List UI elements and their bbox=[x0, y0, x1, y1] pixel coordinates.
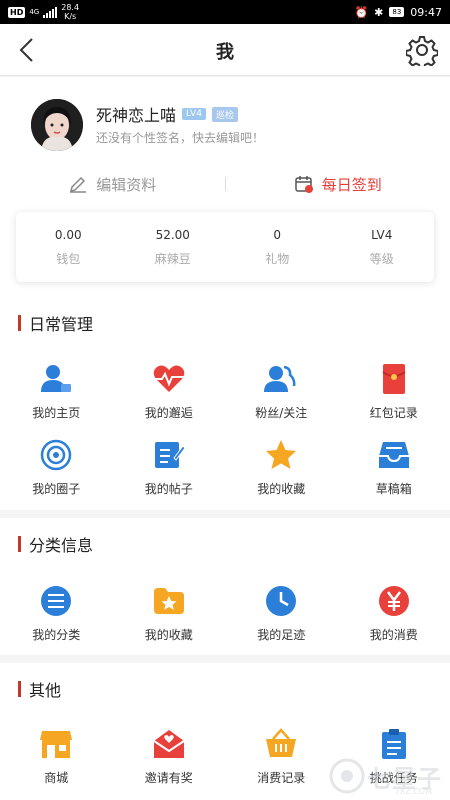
menu-my-favorites[interactable]: 我的收藏 bbox=[225, 438, 338, 497]
heartbeat-icon bbox=[153, 365, 185, 392]
hd-indicator: HD bbox=[8, 6, 26, 18]
section-daily-management: 日常管理 我的主页 我的邂逅 粉丝/关注 红包记录 我的圈子 我的帖子 我的收藏… bbox=[0, 297, 450, 510]
section-marker bbox=[18, 681, 21, 697]
menu-label: 我的分类 bbox=[32, 628, 81, 642]
user-home-icon bbox=[41, 365, 72, 392]
menu-label: 我的邂逅 bbox=[144, 406, 193, 420]
category-list-icon bbox=[41, 586, 72, 616]
shop-icon bbox=[40, 731, 73, 758]
stats-card: 0.00 钱包 52.00 麻辣豆 0 礼物 LV4 等级 bbox=[16, 212, 434, 282]
gear-icon[interactable] bbox=[406, 34, 438, 66]
daily-checkin-label: 每日签到 bbox=[321, 175, 382, 194]
username: 死神恋上喵 bbox=[96, 106, 177, 125]
menu-red-envelope[interactable]: 红包记录 bbox=[338, 362, 450, 421]
menu-label: 草稿箱 bbox=[375, 482, 412, 496]
clock-icon bbox=[266, 586, 297, 616]
menu-label: 消费记录 bbox=[257, 771, 306, 785]
red-envelope-icon bbox=[382, 364, 406, 394]
section-category-info: 分类信息 我的分类 我的收藏 我的足迹 我的消费 bbox=[0, 518, 450, 655]
menu-my-posts[interactable]: 我的帖子 bbox=[113, 438, 226, 497]
menu-invite-reward[interactable]: 邀请有奖 bbox=[113, 727, 226, 786]
stat-label: 等级 bbox=[369, 252, 394, 266]
stat-gifts[interactable]: 0 礼物 bbox=[225, 212, 330, 282]
menu-my-spending[interactable]: 我的消费 bbox=[338, 584, 450, 643]
calendar-icon bbox=[294, 176, 313, 193]
menu-my-circle[interactable]: 我的圈子 bbox=[0, 438, 113, 497]
pencil-icon bbox=[70, 176, 87, 193]
daily-checkin-button[interactable]: 每日签到 bbox=[226, 174, 450, 195]
top-nav-bar: 我 bbox=[0, 24, 450, 76]
edit-profile-label: 编辑资料 bbox=[96, 175, 157, 194]
menu-label: 粉丝/关注 bbox=[255, 406, 308, 420]
menu-my-footprints[interactable]: 我的足迹 bbox=[225, 584, 338, 643]
section-marker bbox=[18, 315, 21, 331]
menu-label: 我的足迹 bbox=[257, 628, 306, 642]
stat-label: 礼物 bbox=[265, 252, 290, 266]
menu-label: 我的帖子 bbox=[144, 482, 193, 496]
yen-icon bbox=[378, 586, 409, 616]
menu-my-homepage[interactable]: 我的主页 bbox=[0, 362, 113, 421]
menu-label: 邀请有奖 bbox=[144, 771, 193, 785]
menu-my-collection[interactable]: 我的收藏 bbox=[113, 584, 226, 643]
menu-my-encounters[interactable]: 我的邂逅 bbox=[113, 362, 226, 421]
signature-text[interactable]: 还没有个性签名，快去编辑吧！ bbox=[96, 129, 264, 146]
menu-label: 我的收藏 bbox=[257, 482, 306, 496]
stat-value: 0.00 bbox=[54, 228, 82, 242]
menu-shop[interactable]: 商城 bbox=[0, 727, 113, 786]
watermark-sub: 7XZ.COM bbox=[394, 787, 432, 796]
invite-mail-icon bbox=[153, 730, 185, 758]
menu-my-category[interactable]: 我的分类 bbox=[0, 584, 113, 643]
stat-wallet[interactable]: 0.00 钱包 bbox=[16, 212, 121, 282]
star-icon bbox=[266, 440, 297, 469]
stat-label: 钱包 bbox=[56, 252, 81, 266]
circle-icon bbox=[41, 439, 72, 471]
menu-label: 红包记录 bbox=[369, 406, 418, 420]
network-speed: 28.4 K/s bbox=[61, 3, 80, 21]
draft-box-icon bbox=[378, 442, 409, 468]
stat-value: LV4 bbox=[371, 228, 393, 242]
watermark: 七星子 7XZ.COM bbox=[327, 756, 442, 796]
avatar[interactable] bbox=[31, 99, 83, 151]
section-title: 分类信息 bbox=[29, 536, 94, 555]
fans-icon bbox=[264, 365, 296, 392]
edit-profile-button[interactable]: 编辑资料 bbox=[0, 174, 225, 195]
basket-icon bbox=[266, 728, 297, 757]
battery-icon: 83 bbox=[389, 7, 405, 17]
post-icon bbox=[154, 442, 186, 468]
network-type: 4G bbox=[29, 8, 40, 16]
clock-time: 09:47 bbox=[410, 5, 442, 19]
stat-level[interactable]: LV4 等级 bbox=[330, 212, 435, 282]
role-badge: 巡检 bbox=[211, 106, 238, 122]
menu-label: 我的收藏 bbox=[144, 628, 193, 642]
menu-label: 我的主页 bbox=[32, 406, 81, 420]
folder-star-icon bbox=[153, 588, 184, 614]
status-bar: HD 4G 28.4 K/s ⏰ ✱ 83 09:47 bbox=[0, 0, 450, 24]
stat-value: 0 bbox=[273, 228, 282, 242]
section-marker bbox=[18, 536, 21, 552]
signal-icon bbox=[43, 6, 58, 18]
bluetooth-icon: ✱ bbox=[374, 5, 384, 19]
menu-consumption-record[interactable]: 消费记录 bbox=[225, 727, 338, 786]
profile-card: 死神恋上喵 LV4 巡检 还没有个性签名，快去编辑吧！ 编辑资料 每日签到 0.… bbox=[0, 77, 450, 307]
stat-value: 52.00 bbox=[155, 228, 190, 242]
section-title: 日常管理 bbox=[29, 315, 94, 334]
menu-drafts[interactable]: 草稿箱 bbox=[338, 438, 450, 497]
stat-label: 麻辣豆 bbox=[154, 252, 191, 266]
menu-label: 我的圈子 bbox=[32, 482, 81, 496]
stat-beans[interactable]: 52.00 麻辣豆 bbox=[121, 212, 226, 282]
menu-fans-follow[interactable]: 粉丝/关注 bbox=[225, 362, 338, 421]
alarm-icon: ⏰ bbox=[354, 5, 369, 19]
menu-label: 商城 bbox=[44, 771, 69, 785]
section-title: 其他 bbox=[29, 681, 62, 700]
level-badge: LV4 bbox=[182, 108, 206, 120]
watermark-logo-icon bbox=[329, 758, 365, 794]
page-title: 我 bbox=[216, 42, 234, 63]
menu-label: 我的消费 bbox=[369, 628, 418, 642]
